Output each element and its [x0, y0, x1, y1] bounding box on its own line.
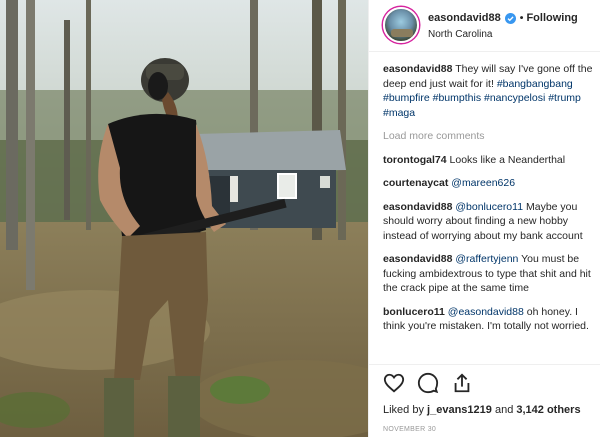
hashtag[interactable]: #bangbangbang — [497, 78, 573, 90]
comment-username[interactable]: bonlucero11 — [383, 306, 445, 318]
hashtag[interactable]: #nancypelosi — [484, 92, 545, 104]
likes-prefix: Liked by — [383, 404, 424, 416]
comment: courtenaycat @mareen626 — [383, 176, 599, 191]
comment-icon[interactable] — [417, 372, 439, 394]
hashtag[interactable]: #bumpthis — [433, 92, 481, 104]
comment: torontogal74 Looks like a Neanderthal — [383, 153, 599, 168]
photo-scene — [0, 0, 368, 437]
comment-text: Looks like a Neanderthal — [449, 153, 566, 166]
post-header: easondavid88 • Following North Carolina — [369, 0, 600, 52]
likes-first-user[interactable]: j_evans1219 — [427, 404, 492, 416]
comment-mention[interactable]: @bonlucero11 — [455, 201, 523, 213]
post-location[interactable]: North Carolina — [428, 29, 492, 40]
comment-mention[interactable]: @easondavid88 — [448, 306, 524, 318]
comment-username[interactable]: easondavid88 — [383, 201, 452, 213]
author-username[interactable]: easondavid88 — [428, 12, 501, 24]
comments-list: easondavid88 They will say I've gone off… — [383, 62, 599, 343]
caption: easondavid88 They will say I've gone off… — [383, 62, 599, 120]
comment: bonlucero11 @easondavid88 oh honey. I th… — [383, 305, 599, 334]
comment-username[interactable]: easondavid88 — [383, 253, 452, 265]
comment-mention[interactable]: @mareen626 — [451, 177, 515, 189]
hashtag[interactable]: #maga — [383, 107, 415, 119]
avatar-image-detail — [391, 29, 413, 37]
likes-joiner: and — [494, 404, 514, 416]
comment-username[interactable]: courtenaycat — [383, 177, 448, 189]
comment: easondavid88 @raffertyjenn You must be f… — [383, 252, 599, 296]
comment-username[interactable]: torontogal74 — [383, 154, 447, 166]
instagram-post: easondavid88 • Following North Carolina … — [0, 0, 600, 437]
likes-summary: Liked by j_evans1219 and 3,142 others — [383, 404, 581, 416]
load-more-comments-button[interactable]: Load more comments — [383, 129, 599, 144]
heart-icon[interactable] — [383, 372, 405, 394]
likes-count[interactable]: 3,142 others — [516, 404, 580, 416]
comment: easondavid88 @bonlucero11 Maybe you shou… — [383, 200, 599, 244]
follow-separator: • — [519, 12, 524, 24]
post-date[interactable]: NOVEMBER 30 — [383, 426, 436, 433]
following-button[interactable]: Following — [526, 12, 577, 24]
hashtag[interactable]: #bumpfire — [383, 92, 430, 104]
verified-badge-icon — [504, 12, 516, 24]
post-side-panel: easondavid88 • Following North Carolina … — [368, 0, 600, 437]
actions-divider — [369, 364, 600, 365]
avatar[interactable] — [383, 7, 419, 43]
caption-username[interactable]: easondavid88 — [383, 63, 452, 75]
share-icon[interactable] — [451, 372, 473, 394]
hashtag[interactable]: #trump — [548, 92, 581, 104]
comment-mention[interactable]: @raffertyjenn — [455, 253, 518, 265]
post-actions — [383, 372, 473, 394]
header-handle-row: easondavid88 • Following — [428, 12, 578, 24]
post-photo[interactable] — [0, 0, 368, 437]
